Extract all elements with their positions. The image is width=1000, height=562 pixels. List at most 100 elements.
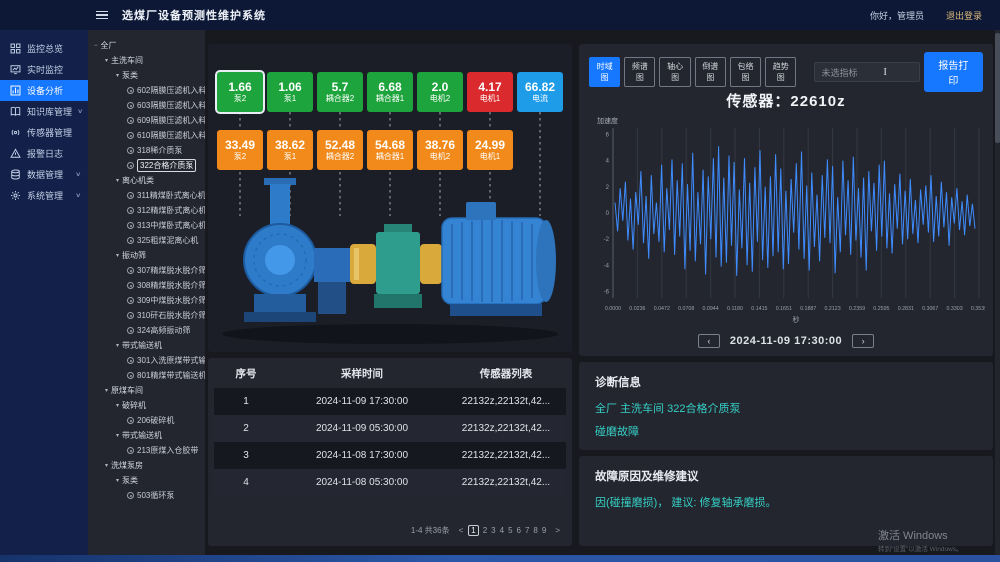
caret-icon: ▾ — [116, 72, 119, 79]
tree-item[interactable]: 313中煤卧式离心机 — [88, 218, 205, 233]
tree-item[interactable]: 310矸石脱水脱介筛 — [88, 308, 205, 323]
sensor-gauge[interactable]: 33.49泵2 — [217, 130, 263, 170]
page-number[interactable]: 5 — [508, 526, 512, 535]
tree-item[interactable]: ▾泵类 — [88, 68, 205, 83]
table-row[interactable]: 12024-11-09 17:30:0022132z,22132t,42... — [214, 388, 566, 415]
sensor-gauge[interactable]: 38.76电机2 — [417, 130, 463, 170]
print-report-button[interactable]: 报告打印 — [924, 52, 983, 92]
tree-item-label: 泵类 — [122, 475, 138, 486]
caret-icon: ▾ — [105, 57, 108, 64]
gear-icon — [127, 222, 134, 229]
sidebar-item[interactable]: 传感器管理 — [0, 122, 88, 143]
tree-item[interactable]: ▾破碎机 — [88, 398, 205, 413]
footer-strip — [0, 555, 1000, 562]
page-number[interactable]: 2 — [483, 526, 487, 535]
tree-item[interactable]: 206破碎机 — [88, 413, 205, 428]
tree-item[interactable]: 309中煤脱水脱介筛 — [88, 293, 205, 308]
tree-item[interactable]: 322合格介质泵 — [88, 158, 205, 173]
chart-type-tab[interactable]: 倒谱图 — [695, 57, 726, 87]
tree-item[interactable]: 307精煤脱水脱介筛 — [88, 263, 205, 278]
scrollbar-thumb[interactable] — [995, 33, 1000, 143]
sensor-gauge[interactable]: 6.68耦合器1 — [367, 72, 413, 112]
sidebar-item[interactable]: 实时监控 — [0, 59, 88, 80]
app-root: 选煤厂设备预测性维护系统 你好，管理员 退出登录 监控总览实时监控设备分析知识库… — [0, 0, 1000, 562]
sensor-gauge[interactable]: 38.62泵1 — [267, 130, 313, 170]
page-number[interactable]: 7 — [525, 526, 529, 535]
scrollbar[interactable] — [995, 30, 1000, 555]
caret-icon: ▾ — [116, 432, 119, 439]
sensor-gauge[interactable]: 1.66泵2 — [217, 72, 263, 112]
sensor-gauge[interactable]: 1.06泵1 — [267, 72, 313, 112]
next-date-button[interactable]: › — [852, 334, 874, 348]
tree-item[interactable]: 503循环泵 — [88, 488, 205, 503]
monitor-icon — [10, 64, 21, 75]
page-number[interactable]: 9 — [542, 526, 546, 535]
menu-icon[interactable] — [96, 11, 108, 20]
sensor-gauge[interactable]: 52.48耦合器2 — [317, 130, 363, 170]
sensor-gauge[interactable]: 66.82电流 — [517, 72, 563, 112]
tree-item[interactable]: 301入洗原煤带式输送机 — [88, 353, 205, 368]
sidebar-item[interactable]: 知识库管理∨ — [0, 101, 88, 122]
sensor-gauge[interactable]: 5.7耦合器2 — [317, 72, 363, 112]
sensor-gauge[interactable]: 2.0电机2 — [417, 72, 463, 112]
tree-item-label: 603隔膜压滤机入料泵 — [137, 100, 205, 111]
tree-item[interactable]: 609隔膜压滤机入料泵 — [88, 113, 205, 128]
tree-item[interactable]: ▾泵类 — [88, 473, 205, 488]
page-number[interactable]: 8 — [533, 526, 537, 535]
sidebar-item[interactable]: 监控总览 — [0, 38, 88, 59]
tree-item-label: 609隔膜压滤机入料泵 — [137, 115, 205, 126]
sidebar-item[interactable]: 数据管理∨ — [0, 164, 88, 185]
tree-item[interactable]: ▾振动筛 — [88, 248, 205, 263]
sidebar-item[interactable]: 设备分析 — [0, 80, 88, 101]
chart-type-tab[interactable]: 轴心图 — [659, 57, 690, 87]
tree-item[interactable]: 603隔膜压滤机入料泵 — [88, 98, 205, 113]
tree-item[interactable]: ▾主洗车间 — [88, 53, 205, 68]
gauge-value: 33.49 — [225, 138, 255, 152]
table-row[interactable]: 32024-11-08 17:30:0022132z,22132t,42... — [214, 442, 566, 469]
prev-date-button[interactable]: ‹ — [698, 334, 720, 348]
chart-type-tab[interactable]: 时域图 — [589, 57, 620, 87]
tree-item[interactable]: 308精煤脱水脱介筛 — [88, 278, 205, 293]
sensor-gauge[interactable]: 4.17电机1 — [467, 72, 513, 112]
tree-item[interactable]: 311精煤卧式离心机 — [88, 188, 205, 203]
table-row[interactable]: 22024-11-09 05:30:0022132z,22132t,42... — [214, 415, 566, 442]
equipment-image — [214, 174, 566, 346]
tree-item[interactable]: 610隔膜压滤机入料泵 — [88, 128, 205, 143]
tree-item[interactable]: ▾洗煤泵房 — [88, 458, 205, 473]
sidebar-item[interactable]: 系统管理∨ — [0, 185, 88, 206]
tree-item[interactable]: ▾离心机类 — [88, 173, 205, 188]
logout-link[interactable]: 退出登录 — [946, 9, 982, 22]
tree-item[interactable]: 324高频振动筛 — [88, 323, 205, 338]
tree-item[interactable]: ▾带式输送机 — [88, 338, 205, 353]
tree-item[interactable]: 325粗煤泥离心机 — [88, 233, 205, 248]
sensor-gauge[interactable]: 24.99电机1 — [467, 130, 513, 170]
tree-item[interactable]: 318稀介质泵 — [88, 143, 205, 158]
prev-page-button[interactable]: < — [459, 526, 464, 535]
chart-type-tab[interactable]: 频谱图 — [624, 57, 655, 87]
gear-icon — [127, 372, 134, 379]
tree-item-label: 610隔膜压滤机入料泵 — [137, 130, 205, 141]
svg-text:0.0944: 0.0944 — [702, 306, 718, 312]
tree-item[interactable]: 312精煤卧式离心机 — [88, 203, 205, 218]
alarm-icon — [10, 148, 21, 159]
table-row[interactable]: 42024-11-08 05:30:0022132z,22132t,42... — [214, 469, 566, 496]
tree-item[interactable]: 801精煤带式输送机 — [88, 368, 205, 383]
sidebar-item[interactable]: 报警日志 — [0, 143, 88, 164]
tree-item[interactable]: −全厂 — [88, 38, 205, 53]
page-number[interactable]: 6 — [517, 526, 521, 535]
tree-item[interactable]: 213原煤入仓胶带 — [88, 443, 205, 458]
tree-item[interactable]: ▾原煤车间 — [88, 383, 205, 398]
svg-text:0.2359: 0.2359 — [849, 306, 865, 312]
page-number[interactable]: 4 — [500, 526, 504, 535]
page-number[interactable]: 3 — [491, 526, 495, 535]
diagnosis-panel: 诊断信息 全厂 主洗车间 322合格介质泵碰磨故障 — [579, 362, 993, 450]
tree-item[interactable]: ▾带式输送机 — [88, 428, 205, 443]
indicator-input[interactable]: 未选指标 I — [814, 62, 919, 82]
tree-item-label: 主洗车间 — [111, 55, 143, 66]
sensor-gauge[interactable]: 54.68耦合器1 — [367, 130, 413, 170]
next-page-button[interactable]: > — [555, 526, 560, 535]
tree-item[interactable]: 602隔膜压滤机入料泵 — [88, 83, 205, 98]
page-number[interactable]: 1 — [468, 525, 478, 536]
chart-type-tab[interactable]: 趋势图 — [765, 57, 796, 87]
chart-type-tab[interactable]: 包络图 — [730, 57, 761, 87]
